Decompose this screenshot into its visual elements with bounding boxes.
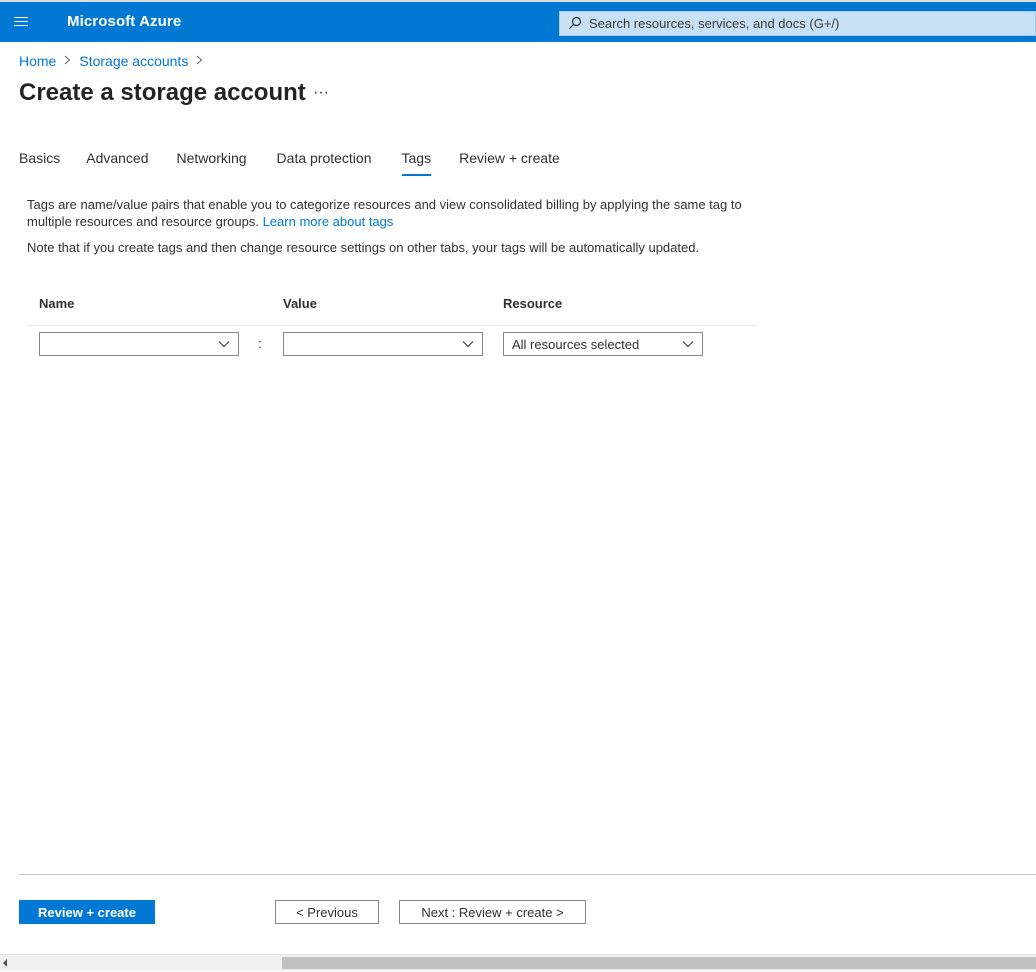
resource-dropdown-value: All resources selected: [512, 337, 640, 352]
column-header-name: Name: [39, 296, 75, 311]
tag-value-input[interactable]: [284, 333, 482, 355]
breadcrumb-home-link[interactable]: Home: [19, 53, 56, 69]
tags-note: Note that if you create tags and then ch…: [27, 240, 700, 255]
tab-tags[interactable]: Tags: [401, 148, 431, 176]
table-divider: [27, 325, 757, 326]
footer-divider: [19, 874, 1036, 875]
tab-data-protection[interactable]: Data protection: [277, 148, 372, 176]
chevron-right-icon: [64, 54, 71, 68]
tag-resource-dropdown[interactable]: All resources selected: [503, 332, 703, 356]
tab-review-create[interactable]: Review + create: [459, 148, 560, 176]
next-review-create-button[interactable]: Next : Review + create >: [399, 900, 586, 924]
horizontal-scrollbar[interactable]: [0, 954, 1036, 971]
scroll-left-arrow-icon[interactable]: [3, 959, 7, 967]
search-icon: [569, 16, 582, 29]
global-search-box[interactable]: [559, 11, 1036, 36]
brand-title[interactable]: Microsoft Azure: [67, 13, 181, 30]
breadcrumb-storage-accounts-link[interactable]: Storage accounts: [79, 53, 188, 69]
tag-name-combobox[interactable]: [39, 332, 239, 356]
tag-value-combobox[interactable]: [283, 332, 483, 356]
tab-advanced[interactable]: Advanced: [86, 148, 148, 176]
search-input[interactable]: [589, 12, 1029, 35]
tags-description: Tags are name/value pairs that enable yo…: [27, 196, 757, 230]
tab-basics[interactable]: Basics: [19, 148, 60, 176]
chevron-down-icon[interactable]: [218, 338, 230, 350]
chevron-right-icon: [196, 54, 203, 68]
column-header-resource: Resource: [503, 296, 563, 311]
tag-name-input[interactable]: [40, 333, 238, 355]
learn-more-tags-link[interactable]: Learn more about tags: [263, 214, 394, 229]
breadcrumb: Home Storage accounts: [19, 53, 211, 69]
review-create-button[interactable]: Review + create: [19, 900, 155, 924]
top-navigation-bar: Microsoft Azure: [0, 0, 1036, 42]
previous-button[interactable]: < Previous: [275, 900, 379, 924]
page-title: Create a storage account: [19, 79, 306, 106]
more-options-icon[interactable]: ···: [313, 84, 329, 102]
name-value-separator: :: [258, 336, 262, 351]
tab-networking[interactable]: Networking: [177, 148, 247, 176]
column-header-value: Value: [283, 296, 317, 311]
hamburger-menu-icon[interactable]: [14, 14, 32, 30]
chevron-down-icon[interactable]: [462, 338, 474, 350]
scrollbar-thumb[interactable]: [282, 957, 1036, 969]
chevron-down-icon[interactable]: [682, 338, 694, 350]
wizard-tabs: Basics Advanced Networking Data protecti…: [19, 148, 560, 176]
